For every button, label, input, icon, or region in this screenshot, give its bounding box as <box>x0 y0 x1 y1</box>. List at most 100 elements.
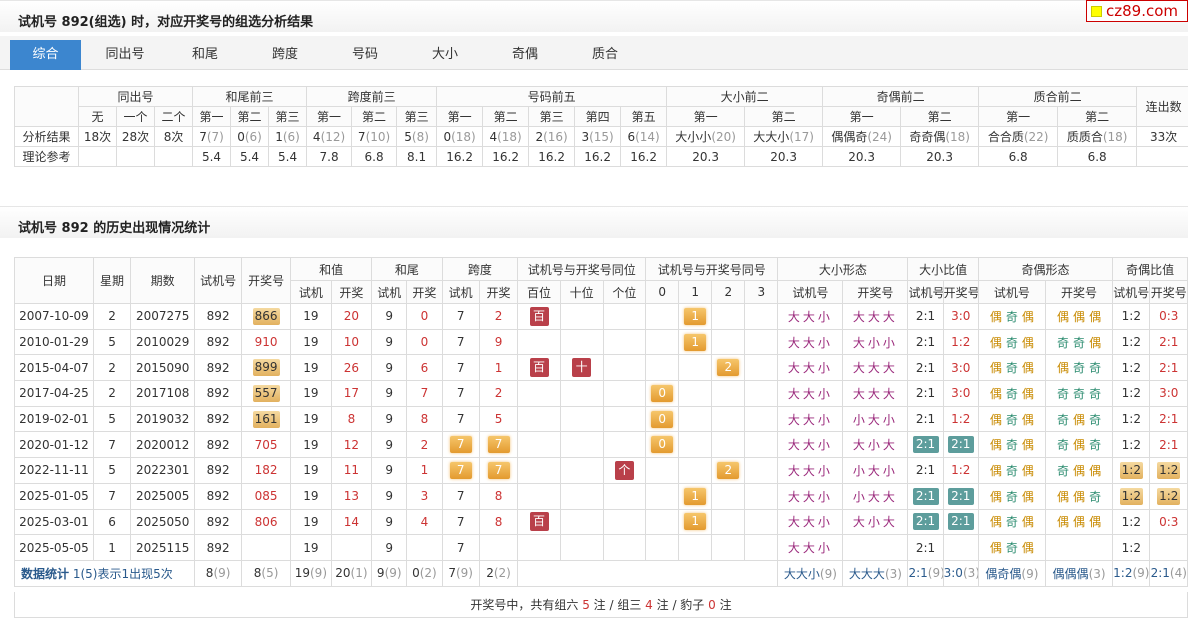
result-cell: 7(10) <box>351 126 398 147</box>
span-draw-cell: 5 <box>478 405 519 433</box>
logo[interactable]: cz89.com <box>1086 0 1188 22</box>
result-count: (16) <box>543 129 568 144</box>
parity-char: 奇 <box>1073 386 1086 401</box>
ratio-value: 2:1 <box>1159 437 1179 452</box>
size-test: 大大小 <box>787 438 833 453</box>
table-row: 2022-11-11 5 2022301 892 182 19 11 9 1 7 7 个 2 大大小 小大小… <box>14 457 1188 484</box>
history-sub-header: 开奖 <box>406 280 443 304</box>
group-header: 奇偶前二 <box>822 86 980 107</box>
theory-cell: 6.8 <box>1057 146 1138 167</box>
tab-daxiao[interactable]: 大小 <box>410 40 480 70</box>
size-draw-cell <box>842 534 909 561</box>
date-cell: 2015-04-07 <box>14 354 94 382</box>
tail-draw-cell: 3 <box>406 482 443 510</box>
history-sub-header: 百位 <box>517 280 561 304</box>
ratio-value: 2:1 <box>915 412 936 427</box>
sum-draw: 11 <box>343 463 360 478</box>
same-position-bai <box>517 431 561 459</box>
size-test-cell: 大大小 <box>777 431 844 459</box>
same-number-n1 <box>678 405 713 433</box>
ratio-value: 1:2 <box>1121 437 1141 452</box>
same-number-badge: 0 <box>651 436 674 454</box>
same-number-n1 <box>678 354 713 382</box>
table-row: 2007-10-09 2 2007275 892 866 19 20 9 0 7 2 百 1 大大小 大大大… <box>14 303 1188 330</box>
parity-char: 偶 <box>1021 463 1034 478</box>
same-position-shi <box>559 380 604 407</box>
parity-test-cell: 偶奇偶 <box>977 457 1046 484</box>
size-ratio-draw: 3:0 <box>942 380 979 407</box>
stats-count: (9) <box>819 566 837 581</box>
size-draw-cell: 大小小 <box>842 328 909 356</box>
tab-jiou[interactable]: 奇偶 <box>490 40 560 70</box>
tail-draw-cell <box>406 534 443 561</box>
parity-char: 偶 <box>1021 361 1034 376</box>
history-sub-header: 试机 <box>290 280 332 304</box>
result-value: 2 <box>535 129 544 144</box>
parity-ratio-draw: 1:2 <box>1149 457 1188 484</box>
same-number-n1 <box>678 534 713 561</box>
same-position-bai: 百 <box>517 508 561 536</box>
group-header: 跨度前三 <box>306 86 438 107</box>
size-draw: 大小小 <box>852 335 898 350</box>
ratio-value: 2:1 <box>915 540 936 555</box>
test-number-cell: 892 <box>194 380 243 407</box>
result-count: (10) <box>365 129 391 144</box>
tab-zonghe[interactable]: 综合 <box>10 40 81 70</box>
size-ratio-draw: 1:2 <box>942 328 979 356</box>
stats-count: (4) <box>1169 566 1187 581</box>
size-test: 大大小 <box>787 386 833 401</box>
result-cell: 33次 <box>1136 126 1188 147</box>
tab-hewei[interactable]: 和尾 <box>170 40 240 70</box>
tab-tongchuhao[interactable]: 同出号 <box>88 40 162 70</box>
same-number-n0: 0 <box>645 405 680 433</box>
tab-haoma[interactable]: 号码 <box>330 40 400 70</box>
sub-header: 二个 <box>153 106 194 127</box>
sub-header: 无 <box>78 106 117 127</box>
test-number-cell: 892 <box>194 508 243 536</box>
result-value: 8次 <box>163 130 184 144</box>
history-group-header: 开奖号 <box>241 257 292 304</box>
date-cell: 2007-10-09 <box>14 303 94 330</box>
same-number-badge: 2 <box>717 359 740 377</box>
same-position-bai <box>517 328 561 356</box>
stats-count: (9) <box>310 566 327 581</box>
parity-char: 奇 <box>1005 541 1018 556</box>
ratio-badge: 2:1 <box>912 513 939 531</box>
position-badge: 百 <box>529 512 549 532</box>
sum-test-cell: 19 <box>290 354 332 382</box>
sum-test-cell: 19 <box>290 328 332 356</box>
parity-char: 奇 <box>1005 515 1018 530</box>
same-position-shi: 十 <box>559 354 604 382</box>
same-number-n3 <box>744 508 779 536</box>
same-number-n2 <box>711 380 746 407</box>
parity-char: 奇 <box>1057 412 1070 427</box>
ratio-badge: 1:2 <box>1157 487 1181 505</box>
tab-kuadu[interactable]: 跨度 <box>250 40 320 70</box>
result-value: 奇奇偶 <box>909 130 946 144</box>
span-draw-cell <box>478 534 519 561</box>
result-cell: 合合质(22) <box>978 126 1059 147</box>
history-group-header: 和值 <box>290 257 373 281</box>
history-sub-header: 开奖号 <box>1044 280 1114 304</box>
date-cell: 2025-05-05 <box>14 534 94 561</box>
same-number-n3 <box>744 380 779 407</box>
tab-zhihe[interactable]: 质合 <box>570 40 640 70</box>
tail-draw-cell: 0 <box>406 303 443 330</box>
history-sub-header: 开奖号 <box>942 280 979 304</box>
sub-header: 第三 <box>268 106 308 127</box>
theory-cell: 5.4 <box>268 146 308 167</box>
same-number-n2 <box>711 534 746 561</box>
size-draw-cell: 小大小 <box>842 405 909 433</box>
span-test-cell: 7 <box>441 508 480 536</box>
week-cell: 5 <box>92 457 132 484</box>
same-position-ge: 个 <box>602 457 647 484</box>
footer-text-3: 注 / 豹子 <box>652 598 709 612</box>
history-group-header: 试机号 <box>194 257 243 304</box>
row-label-result: 分析结果 <box>14 126 79 147</box>
stats-value: 偶偶偶 <box>1052 566 1089 581</box>
date-cell: 2019-02-01 <box>14 405 94 433</box>
stats-test: 8(9) <box>194 559 243 587</box>
draw-number-cell: 910 <box>241 328 292 356</box>
issue-cell: 2020012 <box>130 431 196 459</box>
span-draw-cell: 9 <box>478 328 519 356</box>
